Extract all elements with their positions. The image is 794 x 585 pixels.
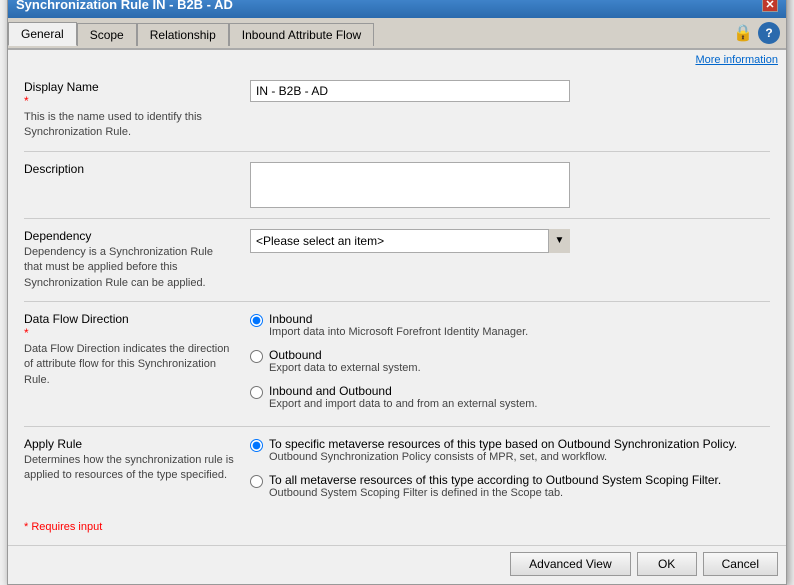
star-icon[interactable]: 🔒 xyxy=(732,22,754,44)
advanced-view-button[interactable]: Advanced View xyxy=(510,552,631,576)
radio-specific-input[interactable] xyxy=(250,439,263,452)
dependency-desc: Dependency is a Synchronization Rule tha… xyxy=(24,245,234,291)
data-flow-label-area: Data Flow Direction * Data Flow Directio… xyxy=(24,312,234,416)
radio-all-desc: Outbound System Scoping Filter is define… xyxy=(269,487,721,499)
radio-all: To all metaverse resources of this type … xyxy=(250,473,770,499)
more-information-link[interactable]: More information xyxy=(8,50,786,70)
display-name-input[interactable] xyxy=(250,80,570,102)
dependency-section: Dependency Dependency is a Synchronizati… xyxy=(24,219,770,302)
radio-specific: To specific metaverse resources of this … xyxy=(250,437,770,463)
radio-inbound-outbound-desc: Export and import data to and from an ex… xyxy=(269,398,537,410)
apply-rule-label-area: Apply Rule Determines how the synchroniz… xyxy=(24,437,234,505)
data-flow-title: Data Flow Direction xyxy=(24,312,129,326)
radio-inbound-outbound-input[interactable] xyxy=(250,386,263,399)
tab-scope[interactable]: Scope xyxy=(77,23,137,46)
description-title: Description xyxy=(24,162,234,176)
cancel-button[interactable]: Cancel xyxy=(703,552,778,576)
dependency-select[interactable]: <Please select an item> xyxy=(250,229,570,253)
radio-specific-desc: Outbound Synchronization Policy consists… xyxy=(269,451,737,463)
description-label-area: Description xyxy=(24,162,234,208)
radio-inbound-outbound-label: Inbound and Outbound xyxy=(269,384,537,398)
display-name-desc: This is the name used to identify this S… xyxy=(24,110,234,141)
display-name-content xyxy=(250,80,770,141)
apply-rule-title: Apply Rule xyxy=(24,437,234,451)
radio-all-input[interactable] xyxy=(250,475,263,488)
display-name-label-area: Display Name * This is the name used to … xyxy=(24,80,234,141)
radio-inbound-input[interactable] xyxy=(250,314,263,327)
footer: Advanced View OK Cancel xyxy=(8,545,786,584)
description-section: Description xyxy=(24,152,770,219)
data-flow-section: Data Flow Direction * Data Flow Directio… xyxy=(24,302,770,427)
dependency-content: <Please select an item> ▼ xyxy=(250,229,770,291)
ok-button[interactable]: OK xyxy=(637,552,697,576)
tab-inbound-attribute-flow[interactable]: Inbound Attribute Flow xyxy=(229,23,374,46)
radio-outbound-desc: Export data to external system. xyxy=(269,362,421,374)
apply-rule-content: To specific metaverse resources of this … xyxy=(250,437,770,505)
radio-inbound-label: Inbound xyxy=(269,312,528,326)
close-button[interactable]: ✕ xyxy=(762,0,778,12)
toolbar-icons: 🔒 ? xyxy=(726,18,786,48)
apply-rule-section: Apply Rule Determines how the synchroniz… xyxy=(24,427,770,515)
radio-specific-label: To specific metaverse resources of this … xyxy=(269,437,737,451)
display-name-title: Display Name xyxy=(24,80,99,94)
dialog-title: Synchronization Rule IN - B2B - AD xyxy=(16,0,233,12)
title-bar: Synchronization Rule IN - B2B - AD ✕ xyxy=(8,0,786,18)
dependency-title: Dependency xyxy=(24,229,234,243)
dialog: Synchronization Rule IN - B2B - AD ✕ Gen… xyxy=(7,0,787,585)
display-name-section: Display Name * This is the name used to … xyxy=(24,70,770,152)
radio-outbound: Outbound Export data to external system. xyxy=(250,348,770,374)
tab-general[interactable]: General xyxy=(8,22,77,46)
radio-all-label: To all metaverse resources of this type … xyxy=(269,473,721,487)
radio-inbound-desc: Import data into Microsoft Forefront Ide… xyxy=(269,326,528,338)
help-icon[interactable]: ? xyxy=(758,22,780,44)
data-flow-desc: Data Flow Direction indicates the direct… xyxy=(24,342,234,388)
radio-outbound-input[interactable] xyxy=(250,350,263,363)
display-name-required: * xyxy=(24,94,29,108)
apply-rule-desc: Determines how the synchronization rule … xyxy=(24,453,234,484)
description-input[interactable] xyxy=(250,162,570,208)
tabs-bar: General Scope Relationship Inbound Attri… xyxy=(8,18,786,50)
radio-outbound-label: Outbound xyxy=(269,348,421,362)
dependency-label-area: Dependency Dependency is a Synchronizati… xyxy=(24,229,234,291)
requires-input-notice: * Requires input xyxy=(24,515,770,537)
radio-inbound-outbound: Inbound and Outbound Export and import d… xyxy=(250,384,770,410)
tab-relationship[interactable]: Relationship xyxy=(137,23,229,46)
description-content xyxy=(250,162,770,208)
radio-inbound: Inbound Import data into Microsoft Foref… xyxy=(250,312,770,338)
dependency-select-wrapper: <Please select an item> ▼ xyxy=(250,229,570,253)
content-area: Display Name * This is the name used to … xyxy=(8,70,786,545)
data-flow-required: * xyxy=(24,326,29,340)
data-flow-content: Inbound Import data into Microsoft Foref… xyxy=(250,312,770,416)
